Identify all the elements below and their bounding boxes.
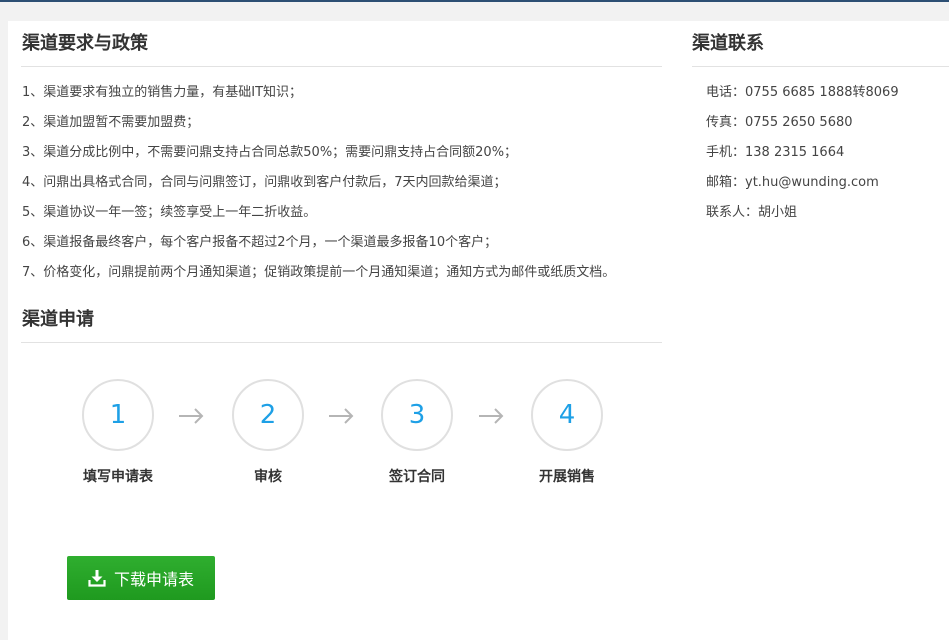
download-icon <box>88 570 106 587</box>
step-2: 2 审核 <box>208 379 328 487</box>
requirement-item: 2、渠道加盟暂不需要加盟费； <box>22 115 200 130</box>
step-number-circle: 4 <box>531 379 603 451</box>
arrow-right-icon <box>479 408 504 424</box>
step-label: 填写申请表 <box>83 469 153 485</box>
content-panel: 渠道要求与政策 1、渠道要求有独立的销售力量，有基础IT知识； 2、渠道加盟暂不… <box>8 21 949 640</box>
application-divider <box>21 342 662 343</box>
requirements-title: 渠道要求与政策 <box>22 33 148 54</box>
download-application-button[interactable]: 下载申请表 <box>67 556 215 600</box>
step-label: 审核 <box>254 469 282 485</box>
contact-person: 联系人：胡小姐 <box>706 205 798 220</box>
step-number-circle: 2 <box>232 379 304 451</box>
requirement-item: 5、渠道协议一年一签；续签享受上一年二折收益。 <box>22 205 317 220</box>
contact-list: 电话：0755 6685 1888转8069 传真：0755 2650 5680… <box>706 78 899 228</box>
step-number-circle: 3 <box>381 379 453 451</box>
step-label: 开展销售 <box>539 469 595 485</box>
arrow-right-icon <box>329 408 354 424</box>
requirement-item: 3、渠道分成比例中，不需要问鼎支持占合同总款50%；需要问鼎支持占合同额20%； <box>22 145 518 160</box>
arrow-right-icon <box>179 408 204 424</box>
contact-divider <box>692 66 949 67</box>
contact-fax: 传真：0755 2650 5680 <box>706 115 853 130</box>
contact-mobile: 手机：138 2315 1664 <box>706 145 845 160</box>
contact-title: 渠道联系 <box>692 33 764 54</box>
step-4: 4 开展销售 <box>507 379 627 487</box>
step-label: 签订合同 <box>389 469 445 485</box>
requirements-divider <box>21 66 662 67</box>
contact-phone: 电话：0755 6685 1888转8069 <box>706 85 899 100</box>
step-number-circle: 1 <box>82 379 154 451</box>
requirement-item: 4、问鼎出具格式合同，合同与问鼎签订，问鼎收到客户付款后，7天内回款给渠道； <box>22 175 507 190</box>
step-3: 3 签订合同 <box>357 379 477 487</box>
requirement-item: 7、价格变化，问鼎提前两个月通知渠道；促销政策提前一个月通知渠道；通知方式为邮件… <box>22 265 616 280</box>
step-1: 1 填写申请表 <box>58 379 178 487</box>
application-title: 渠道申请 <box>22 309 94 330</box>
contact-email: 邮箱：yt.hu@wunding.com <box>706 175 879 190</box>
requirement-item: 1、渠道要求有独立的销售力量，有基础IT知识； <box>22 85 303 100</box>
requirements-list: 1、渠道要求有独立的销售力量，有基础IT知识； 2、渠道加盟暂不需要加盟费； 3… <box>22 78 615 288</box>
requirement-item: 6、渠道报备最终客户，每个客户报备不超过2个月，一个渠道最多报备10个客户； <box>22 235 498 250</box>
top-border <box>0 0 949 2</box>
download-button-label: 下载申请表 <box>113 570 194 589</box>
